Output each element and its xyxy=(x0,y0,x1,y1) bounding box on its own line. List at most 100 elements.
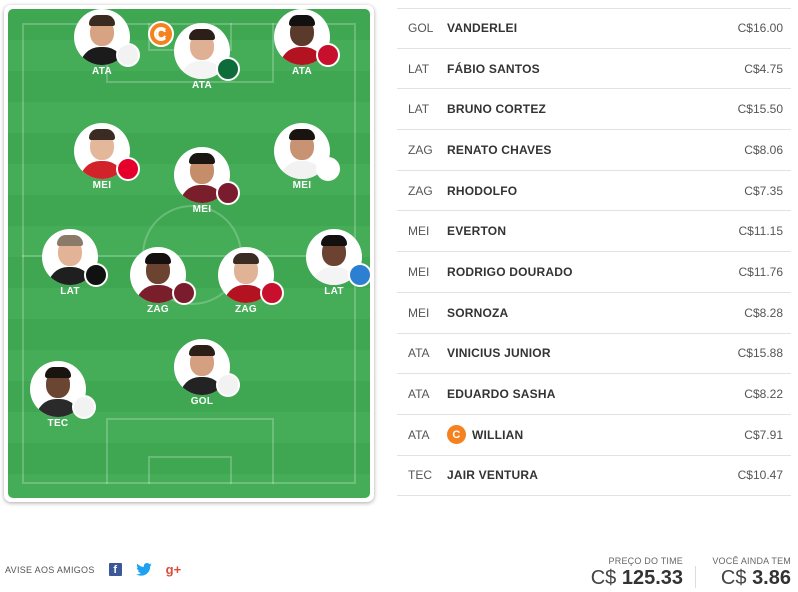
squad-row[interactable]: ATA EDUARDO SASHA C$8.22 xyxy=(397,374,791,415)
player-card[interactable]: C ATA xyxy=(148,21,242,113)
squad-row-price: C$16.00 xyxy=(737,21,783,36)
squad-row[interactable]: ZAG RHODOLFO C$7.35 xyxy=(397,171,791,212)
player-card[interactable]: MEI xyxy=(262,123,342,213)
squad-row-position: ZAG xyxy=(408,142,433,157)
club-crest-icon xyxy=(116,157,140,181)
player-position-label: ZAG xyxy=(234,304,257,315)
squad-row-name-cell: BRUNO CORTEZ xyxy=(447,102,701,116)
squad-row[interactable]: LAT BRUNO CORTEZ C$15.50 xyxy=(397,89,791,131)
player-position-label: ZAG xyxy=(146,304,169,315)
avatar-hair xyxy=(189,29,215,40)
squad-row-name: SORNOZA xyxy=(447,305,509,320)
squad-row[interactable]: MEI RODRIGO DOURADO C$11.76 xyxy=(397,252,791,293)
avatar-hair xyxy=(145,253,171,264)
squad-row-price: C$7.91 xyxy=(744,427,783,442)
squad-row[interactable]: GOL VANDERLEI C$16.00 xyxy=(397,8,791,49)
player-card[interactable]: LAT xyxy=(30,229,110,319)
team-price-currency: C$ xyxy=(590,567,617,589)
squad-row-name-cell: VINICIUS JUNIOR xyxy=(447,346,701,360)
share-label: AVISE AOS AMIGOS xyxy=(5,564,95,575)
club-crest-icon xyxy=(316,43,340,67)
squad-row-price: C$15.88 xyxy=(737,346,783,361)
player-position-label: ATA xyxy=(92,66,112,77)
squad-row-name-cell: VANDERLEI xyxy=(447,21,701,35)
squad-row-price: C$10.47 xyxy=(737,468,783,483)
player-card[interactable]: MEI xyxy=(162,147,242,237)
googleplus-icon[interactable]: g+ xyxy=(166,562,182,577)
player-position-label: ATA xyxy=(192,80,212,91)
squad-row-price: C$8.22 xyxy=(744,387,783,402)
club-crest-icon xyxy=(316,157,340,181)
player-card[interactable]: LAT xyxy=(294,229,370,319)
player-card[interactable]: ZAG xyxy=(206,247,286,337)
club-crest-icon xyxy=(216,373,240,397)
player-card[interactable]: ATA xyxy=(62,9,142,99)
squad-row-name-cell: EDUARDO SASHA xyxy=(447,387,701,401)
squad-row-name: VANDERLEI xyxy=(447,21,518,36)
squad-row-price: C$7.35 xyxy=(744,183,783,198)
player-position-label: LAT xyxy=(60,286,80,297)
squad-row-name-cell: EVERTON xyxy=(447,224,701,238)
avatar-hair xyxy=(289,129,315,140)
squad-row[interactable]: ZAG RENATO CHAVES C$8.06 xyxy=(397,130,791,171)
player-card[interactable]: ZAG xyxy=(118,247,198,337)
player-card[interactable]: MEI xyxy=(62,123,142,213)
squad-row-position: LAT xyxy=(408,102,430,117)
twitter-icon[interactable] xyxy=(135,563,152,576)
squad-row-position: TEC xyxy=(408,468,432,483)
player-position-label: MEI xyxy=(292,180,312,191)
avatar-hair xyxy=(321,235,347,246)
squad-row-name: VINICIUS JUNIOR xyxy=(447,346,551,361)
squad-row-position: MEI xyxy=(408,264,430,279)
squad-row-position: LAT xyxy=(408,61,430,76)
squad-row-name: BRUNO CORTEZ xyxy=(447,102,547,117)
player-position-label: ATA xyxy=(292,66,312,77)
team-price-label: PREÇO DO TIME xyxy=(608,556,683,566)
squad-row-position: MEI xyxy=(408,305,430,320)
facebook-icon[interactable]: f xyxy=(108,563,122,576)
squad-row-price: C$4.75 xyxy=(744,61,783,76)
avatar-hair xyxy=(89,15,115,26)
squad-row-name-cell: C WILLIAN xyxy=(447,425,701,445)
squad-row[interactable]: ATA C WILLIAN C$7.91 xyxy=(397,415,791,456)
player-card[interactable]: GOL xyxy=(162,339,242,429)
squad-row-name-cell: FÁBIO SANTOS xyxy=(447,62,701,76)
captain-badge-icon: C xyxy=(447,425,466,445)
squad-row-name: FÁBIO SANTOS xyxy=(447,61,540,76)
squad-row-name: RHODOLFO xyxy=(447,183,518,198)
squad-row-name: WILLIAN xyxy=(472,427,524,442)
avatar-hair xyxy=(189,153,215,164)
avatar-hair xyxy=(89,129,115,140)
twitter-bird-icon xyxy=(135,563,152,576)
player-card[interactable]: TEC xyxy=(18,361,98,451)
squad-row-position: ATA xyxy=(408,346,430,361)
club-crest-icon xyxy=(172,281,196,305)
lineup-field-card: ATA C ATA ATA MEI MEI MEI LAT ZAG ZAG LAT GOL TEC xyxy=(4,5,374,502)
remaining-budget-label: VOCÊ AINDA TEM xyxy=(712,556,791,566)
player-position-label: TEC xyxy=(47,418,69,429)
player-position-label: LAT xyxy=(324,286,344,297)
squad-row-name-cell: SORNOZA xyxy=(447,306,701,320)
squad-row-price: C$15.50 xyxy=(737,102,783,117)
club-crest-icon xyxy=(216,181,240,205)
squad-row-position: ATA xyxy=(408,387,430,402)
player-card[interactable]: ATA xyxy=(262,9,342,99)
squad-row-price: C$11.15 xyxy=(738,224,783,239)
squad-row-name: JAIR VENTURA xyxy=(447,468,539,483)
squad-row[interactable]: ATA VINICIUS JUNIOR C$15.88 xyxy=(397,334,791,375)
squad-row[interactable]: MEI EVERTON C$11.15 xyxy=(397,211,791,253)
football-pitch: ATA C ATA ATA MEI MEI MEI LAT ZAG ZAG LAT GOL TEC xyxy=(8,9,370,498)
player-position-label: MEI xyxy=(192,204,212,215)
player-position-label: GOL xyxy=(190,396,214,407)
team-price-amount: C$ 125.33 xyxy=(583,567,683,590)
squad-row[interactable]: TEC JAIR VENTURA C$10.47 xyxy=(397,456,791,497)
club-crest-icon xyxy=(84,263,108,287)
squad-row[interactable]: LAT FÁBIO SANTOS C$4.75 xyxy=(397,49,791,90)
share-bar: AVISE AOS AMIGOS f g+ xyxy=(5,562,195,577)
squad-row-name-cell: JAIR VENTURA xyxy=(447,468,701,482)
avatar-hair xyxy=(233,253,259,264)
squad-row[interactable]: MEI SORNOZA C$8.28 xyxy=(397,293,791,334)
avatar-hair xyxy=(289,15,315,26)
squad-row-position: ATA xyxy=(408,427,430,442)
captain-badge-icon: C xyxy=(148,21,174,47)
